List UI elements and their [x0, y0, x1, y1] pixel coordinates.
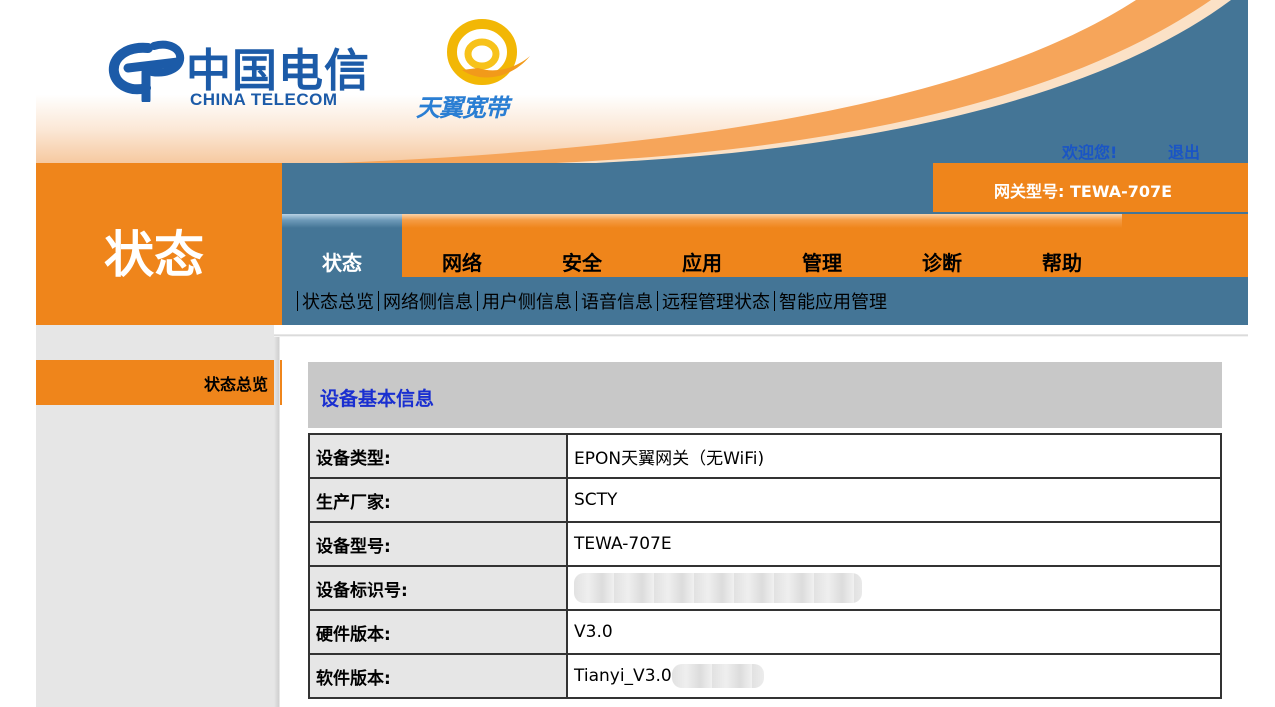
manufacturer-label: 生产厂家: — [308, 477, 568, 523]
tab-label: 管理 — [802, 251, 842, 275]
welcome-text: 欢迎您! — [1062, 143, 1118, 162]
software-version-value: Tianyi_V3.0 — [574, 666, 672, 686]
tab-label: 应用 — [682, 251, 722, 275]
content-left-border — [274, 337, 280, 707]
subnav-status-overview[interactable]: 状态总览 — [299, 288, 377, 314]
sidebar-item-label: 状态总览 — [203, 375, 268, 394]
section-title-block: 状态 — [36, 163, 282, 325]
subnav-separator — [378, 291, 379, 311]
device-id-label: 设备标识号: — [308, 565, 568, 611]
table-row: 生产厂家: SCTY — [308, 477, 1222, 523]
tab-label: 网络 — [442, 251, 482, 275]
sidebar-item-status-overview[interactable]: 状态总览 — [36, 360, 282, 405]
sidebar: 状态总览 — [36, 325, 282, 707]
software-version-label: 软件版本: — [308, 653, 568, 699]
tab-management[interactable]: 管理 — [762, 214, 882, 277]
device-info-title: 设备基本信息 — [320, 388, 435, 410]
table-row: 软件版本: Tianyi_V3.0 — [308, 653, 1222, 699]
sub-brand-text: 天翼宽带 — [416, 94, 509, 122]
subnav-separator — [774, 291, 775, 311]
tianyi-swirl-icon — [447, 19, 530, 85]
table-row: 设备标识号: — [308, 565, 1222, 611]
tab-label: 帮助 — [1042, 251, 1082, 275]
subnav-voice-info[interactable]: 语音信息 — [578, 288, 656, 314]
gateway-model-label: 网关型号: TEWA-707E — [994, 182, 1173, 201]
tab-status[interactable]: 状态 — [282, 214, 402, 277]
redacted-version-suffix — [671, 664, 764, 688]
table-row: 设备类型: EPON天翼网关（无WiFi) — [308, 433, 1222, 479]
content-divider — [274, 325, 1248, 337]
tab-network[interactable]: 网络 — [402, 214, 522, 277]
gateway-model-badge: 网关型号: TEWA-707E — [933, 163, 1248, 212]
subnav-separator — [657, 291, 658, 311]
tab-label: 诊断 — [922, 251, 962, 275]
header-banner: 中国电信 CHINA TELECOM 天翼宽带 欢迎您! 退出 — [36, 0, 1248, 163]
subnav-wan-info[interactable]: 网络侧信息 — [380, 288, 476, 314]
hardware-version-value: V3.0 — [566, 609, 1222, 655]
device-model-label: 设备型号: — [308, 521, 568, 567]
hardware-version-label: 硬件版本: — [308, 609, 568, 655]
tab-diagnostics[interactable]: 诊断 — [882, 214, 1002, 277]
tab-label: 安全 — [562, 251, 602, 275]
device-type-label: 设备类型: — [308, 433, 568, 479]
china-telecom-logo: 中国电信 CHINA TELECOM — [108, 30, 378, 115]
tab-security[interactable]: 安全 — [522, 214, 642, 277]
sub-navigation: 状态总览 网络侧信息 用户侧信息 语音信息 远程管理状态 智能应用管理 — [296, 288, 890, 314]
main-navigation: 网关型号: TEWA-707E 状态 网络 安全 应用 管理 诊断 帮助 状态总… — [282, 163, 1248, 325]
device-id-value — [566, 565, 1222, 611]
subnav-separator — [477, 291, 478, 311]
redacted-device-id — [574, 573, 862, 603]
logout-link[interactable]: 退出 — [1168, 139, 1200, 163]
tab-help[interactable]: 帮助 — [1002, 214, 1122, 277]
software-version-cell: Tianyi_V3.0 — [566, 653, 1222, 699]
brand-en-text: CHINA TELECOM — [190, 90, 338, 109]
table-row: 设备型号: TEWA-707E — [308, 521, 1222, 567]
subnav-separator — [576, 291, 577, 311]
section-title: 状态 — [104, 226, 204, 284]
device-model-value: TEWA-707E — [566, 521, 1222, 567]
table-row: 硬件版本: V3.0 — [308, 609, 1222, 655]
subnav-remote-mgmt-status[interactable]: 远程管理状态 — [659, 288, 773, 314]
tianyi-broadband-logo: 天翼宽带 — [412, 18, 542, 122]
device-type-value: EPON天翼网关（无WiFi) — [566, 433, 1222, 479]
tab-bar: 状态 网络 安全 应用 管理 诊断 帮助 — [282, 214, 1248, 277]
manufacturer-value: SCTY — [566, 477, 1222, 523]
subnav-separator — [297, 291, 298, 311]
tab-label: 状态 — [322, 251, 362, 275]
subnav-lan-info[interactable]: 用户侧信息 — [479, 288, 575, 314]
telecom-e-icon — [108, 40, 185, 102]
device-info-header: 设备基本信息 — [308, 362, 1222, 428]
subnav-smart-app-mgmt[interactable]: 智能应用管理 — [776, 288, 890, 314]
device-info-table: 设备类型: EPON天翼网关（无WiFi) 生产厂家: SCTY 设备型号: T… — [308, 433, 1222, 699]
tab-applications[interactable]: 应用 — [642, 214, 762, 277]
